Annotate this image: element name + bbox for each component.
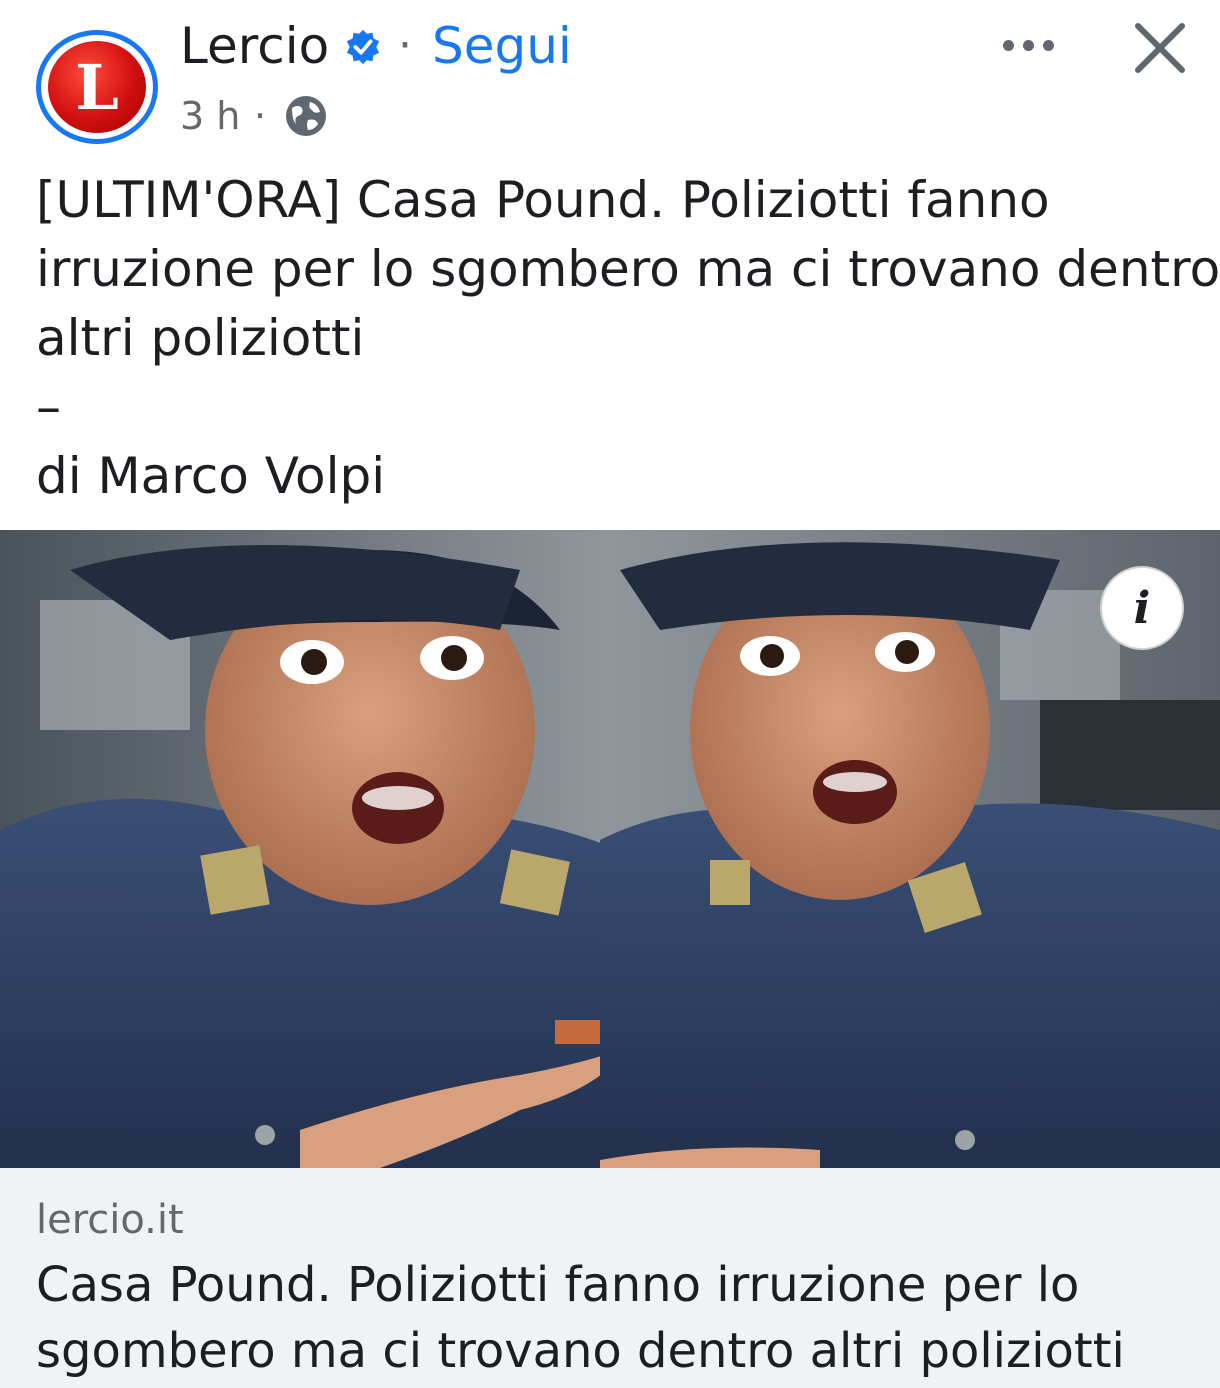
post-line: – [36, 378, 61, 436]
post-header: L Lercio · Segui 3 h · [0, 0, 1220, 150]
time-separator: · [254, 94, 267, 138]
header-separator: · [398, 20, 412, 71]
post-time[interactable]: 3 h [180, 92, 240, 140]
link-title-line: sgombero ma ci trovano dentro altri poli… [36, 1323, 1125, 1379]
more-options-icon[interactable] [998, 30, 1058, 60]
police-officers-photo [0, 530, 1220, 1168]
post-author-line: di Marco Volpi [36, 447, 386, 505]
link-domain: lercio.it [36, 1197, 184, 1243]
logo-letter: L [75, 50, 119, 124]
link-title-line: Casa Pound. Poliziotti fanno irruzione p… [36, 1257, 1080, 1313]
post-image[interactable] [0, 530, 1220, 1168]
link-title[interactable]: Casa Pound. Poliziotti fanno irruzione p… [36, 1252, 1196, 1384]
post-message: [ULTIM'ORA] Casa Pound. Poliziotti fanno… [36, 166, 1220, 511]
post-line: irruzione per lo sgombero ma ci trovano … [36, 240, 1220, 298]
verified-badge-icon [346, 29, 380, 65]
post-line: altri poliziotti [36, 309, 365, 367]
globe-icon [286, 96, 326, 136]
close-icon[interactable] [1130, 18, 1190, 78]
follow-button[interactable]: Segui [432, 16, 572, 76]
page-name[interactable]: Lercio [180, 16, 329, 76]
post-line: [ULTIM'ORA] Casa Pound. Poliziotti fanno [36, 171, 1050, 229]
lercio-logo: L [48, 41, 146, 133]
info-button[interactable]: i [1100, 566, 1184, 650]
page-avatar[interactable]: L [36, 30, 158, 144]
